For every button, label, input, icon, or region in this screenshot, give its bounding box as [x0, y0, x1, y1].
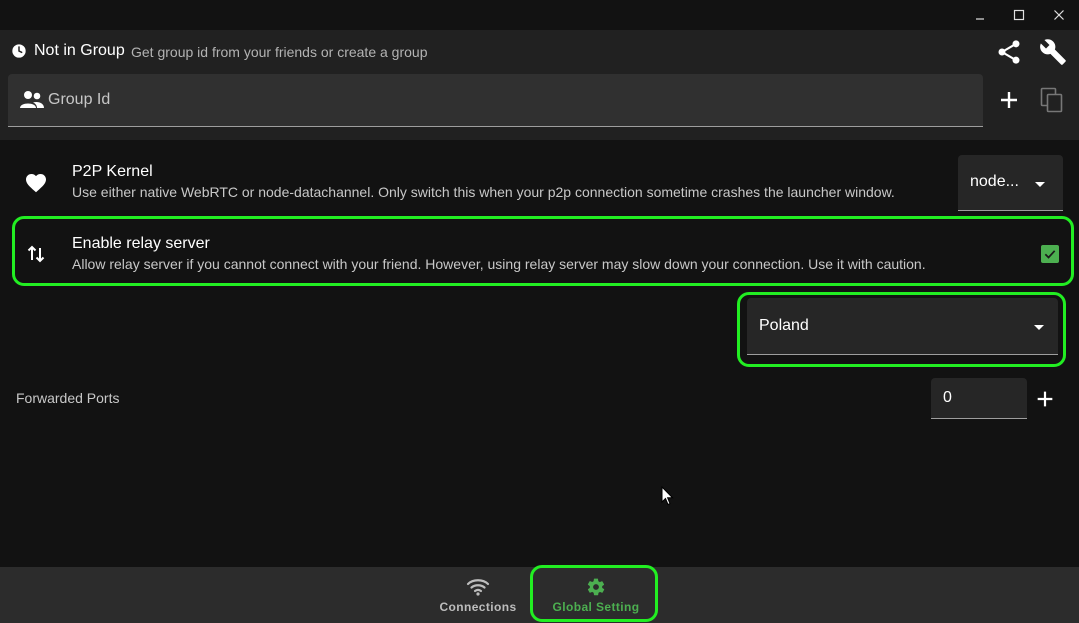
- group-status-hint: Get group id from your friends or create…: [131, 44, 428, 60]
- nav-connections[interactable]: Connections: [423, 567, 533, 623]
- p2p-kernel-description: Use either native WebRTC or node-datacha…: [72, 184, 895, 200]
- minimize-icon: [976, 18, 984, 20]
- forwarded-port-input[interactable]: [943, 378, 1023, 418]
- mouse-cursor-icon: [661, 486, 674, 506]
- p2p-kernel-selected: node...: [970, 173, 1019, 190]
- app-window: Not in Group Get group id from your frie…: [0, 0, 1079, 623]
- group-id-field: [8, 74, 983, 127]
- plus-icon[interactable]: [1034, 388, 1056, 410]
- maximize-icon: [1013, 9, 1025, 21]
- group-id-input[interactable]: [48, 74, 968, 126]
- wrench-icon[interactable]: [1039, 38, 1067, 66]
- chevron-down-icon: [1035, 182, 1045, 187]
- title-bar: [0, 0, 1079, 30]
- copy-icon[interactable]: [1040, 87, 1064, 113]
- p2p-kernel-title: P2P Kernel: [72, 163, 153, 180]
- nav-connections-label: Connections: [439, 600, 517, 614]
- relay-highlight: [12, 216, 1074, 286]
- maximize-button[interactable]: [999, 0, 1039, 30]
- forwarded-port-field: [931, 378, 1027, 419]
- forwarded-ports-label: Forwarded Ports: [16, 390, 120, 406]
- group-header: Not in Group Get group id from your frie…: [0, 30, 1079, 140]
- wifi-icon: [466, 579, 490, 596]
- minimize-button[interactable]: [960, 0, 1000, 30]
- heart-icon: [26, 174, 46, 193]
- plus-icon[interactable]: [997, 88, 1021, 112]
- group-status-title: Not in Group: [34, 42, 125, 59]
- region-highlight: [737, 292, 1066, 367]
- close-button[interactable]: [1039, 0, 1079, 30]
- people-icon: [20, 91, 44, 108]
- clock-icon: [12, 44, 26, 58]
- global-setting-highlight: [530, 565, 658, 622]
- close-icon: [1054, 10, 1064, 20]
- share-icon[interactable]: [995, 38, 1023, 66]
- p2p-kernel-select[interactable]: node...: [958, 155, 1063, 211]
